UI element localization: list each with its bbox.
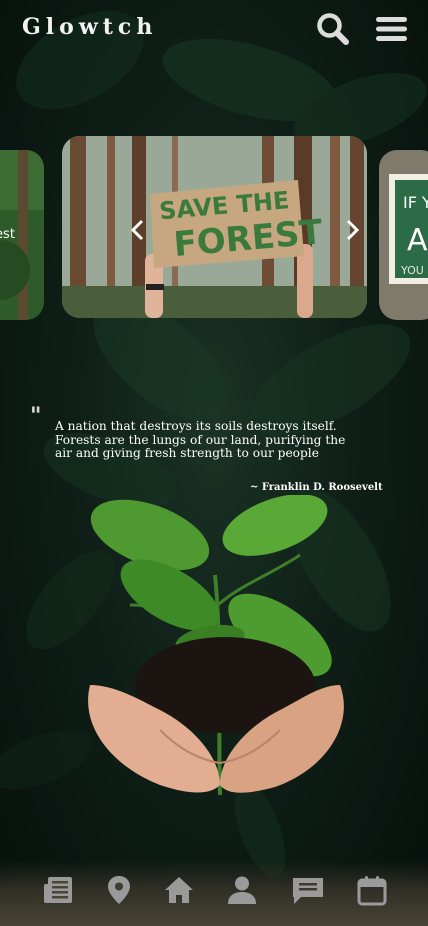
calendar-icon[interactable] xyxy=(356,874,388,906)
quote-mark: " xyxy=(30,403,42,429)
brand-title: Glowtch xyxy=(22,14,158,40)
home-icon[interactable] xyxy=(163,874,195,906)
quote-text: A nation that destroys its soils destroy… xyxy=(55,419,346,460)
newspaper-icon[interactable] xyxy=(43,874,75,906)
plant-in-hands-image xyxy=(70,494,360,815)
carousel-slide-previous[interactable]: rest xyxy=(0,150,44,320)
chevron-left-icon[interactable] xyxy=(128,218,148,242)
carousel-slide-current[interactable]: SAVE THE FOREST xyxy=(62,136,367,318)
chat-icon[interactable] xyxy=(291,874,323,906)
carousel-slide-next[interactable]: IF Y A YOU C xyxy=(379,150,428,320)
app-header: Glowtch xyxy=(0,0,428,60)
quote-author: ~ Franklin D. Roosevelt xyxy=(250,482,383,493)
image-carousel[interactable]: rest SAVE THE FOREST xyxy=(0,136,428,320)
bottom-nav-bar xyxy=(0,860,428,926)
right-slide-text-3: YOU C xyxy=(400,264,428,277)
person-icon[interactable] xyxy=(226,874,258,906)
left-slide-text: rest xyxy=(0,227,15,242)
right-slide-text-1: IF Y xyxy=(403,193,428,212)
search-icon[interactable] xyxy=(316,12,350,46)
chevron-right-icon[interactable] xyxy=(342,218,362,242)
right-slide-text-2: A xyxy=(407,223,428,258)
hamburger-menu-icon[interactable] xyxy=(374,12,408,46)
map-pin-icon[interactable] xyxy=(103,874,135,906)
